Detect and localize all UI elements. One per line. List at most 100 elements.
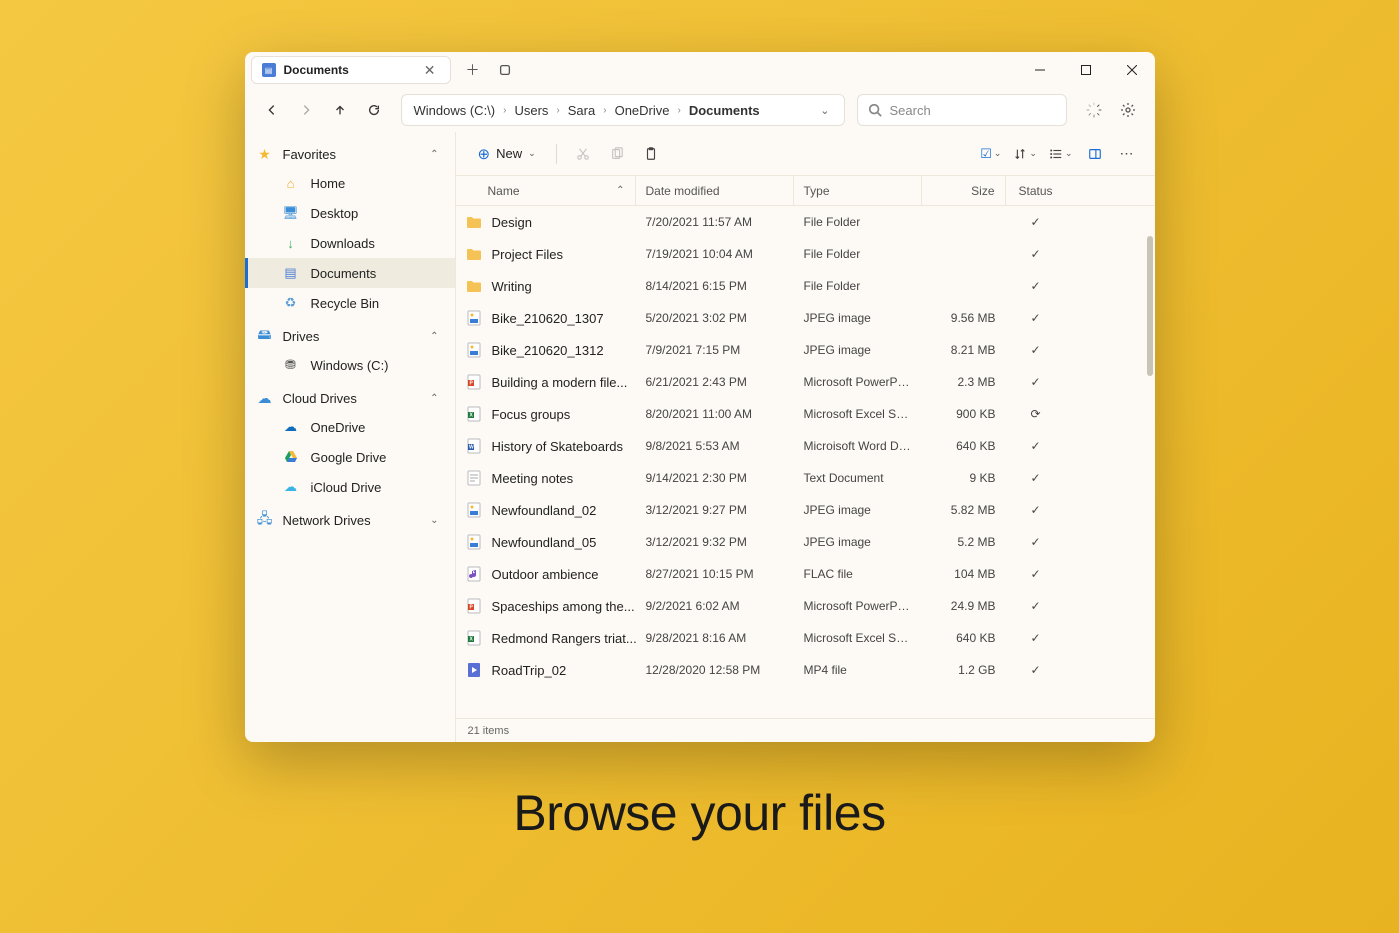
column-header-type[interactable]: Type [794, 176, 922, 205]
up-button[interactable] [325, 95, 355, 125]
file-status: ✓ [1006, 535, 1066, 549]
view-button[interactable]: ⌄ [1045, 145, 1077, 163]
chevron-up-icon[interactable]: ⌃ [430, 149, 438, 160]
jpeg-icon [466, 342, 482, 358]
file-row[interactable]: Outdoor ambience8/27/2021 10:15 PMFLAC f… [456, 558, 1155, 590]
chevron-down-icon: ⌄ [1029, 148, 1037, 159]
content-area: ⊕ New ⌄ ☑ ⌄ [455, 132, 1155, 742]
search-placeholder: Search [890, 103, 931, 118]
svg-text:W: W [469, 445, 474, 451]
file-row[interactable]: PBuilding a modern file...6/21/2021 2:43… [456, 366, 1155, 398]
sort-asc-icon: ⌃ [616, 185, 624, 196]
file-type: Text Document [794, 471, 922, 485]
preview-pane-button[interactable] [1081, 140, 1109, 168]
breadcrumb-dropdown[interactable]: ⌄ [816, 100, 833, 121]
sidebar-item-label: Google Drive [311, 450, 387, 465]
ppt-icon: P [466, 598, 482, 614]
file-date: 8/14/2021 6:15 PM [636, 279, 794, 293]
sort-icon [1013, 147, 1027, 161]
file-date: 7/19/2021 10:04 AM [636, 247, 794, 261]
caption: Browse your files [513, 784, 885, 842]
file-row[interactable]: Project Files7/19/2021 10:04 AMFile Fold… [456, 238, 1155, 270]
sidebar-item-desktop[interactable]: 🖥 Desktop [245, 198, 455, 228]
chevron-up-icon[interactable]: ⌃ [430, 393, 438, 404]
jpeg-icon [466, 502, 482, 518]
file-name: Redmond Rangers triat... [492, 631, 636, 646]
search-input[interactable]: Search [857, 94, 1067, 126]
sidebar-item-icloud[interactable]: ☁ iCloud Drive [245, 472, 455, 502]
file-status: ✓ [1006, 279, 1066, 293]
sidebar-item-documents[interactable]: ▤ Documents [245, 258, 455, 288]
chevron-up-icon[interactable]: ⌃ [430, 331, 438, 342]
file-row[interactable]: XFocus groups8/20/2021 11:00 AMMicrosoft… [456, 398, 1155, 430]
column-headers: Name ⌃ Date modified Type Size Status [456, 176, 1155, 206]
new-button[interactable]: ⊕ New ⌄ [470, 140, 544, 168]
scrollbar[interactable] [1147, 236, 1153, 376]
file-date: 3/12/2021 9:32 PM [636, 535, 794, 549]
close-window-button[interactable] [1109, 52, 1155, 88]
file-name: Building a modern file... [492, 375, 628, 390]
file-explorer-window: ▤ Documents ✕ ＋ Windows (C:\) › Users › … [245, 52, 1155, 742]
file-row[interactable]: RoadTrip_0212/28/2020 12:58 PMMP4 file1.… [456, 654, 1155, 686]
chevron-down-icon[interactable]: ⌄ [430, 515, 438, 526]
sidebar-item-home[interactable]: ⌂ Home [245, 168, 455, 198]
sidebar-section-network[interactable]: 🖧 Network Drives ⌄ [245, 506, 455, 534]
column-header-status[interactable]: Status [1006, 176, 1066, 205]
more-button[interactable]: ⋯ [1113, 140, 1141, 168]
sidebar-section-cloud[interactable]: ☁ Cloud Drives ⌃ [245, 384, 455, 412]
file-size: 640 KB [922, 439, 1006, 453]
jpeg-icon [466, 310, 482, 326]
file-size: 640 KB [922, 631, 1006, 645]
drive-icon: 🖴 [257, 328, 273, 344]
settings-button[interactable] [1113, 95, 1143, 125]
sidebar-item-recycle-bin[interactable]: ♻ Recycle Bin [245, 288, 455, 318]
chevron-right-icon: › [501, 105, 508, 116]
breadcrumb-item-current[interactable]: Documents [687, 101, 762, 120]
jpeg-icon [466, 534, 482, 550]
sidebar-item-google-drive[interactable]: Google Drive [245, 442, 455, 472]
breadcrumb-item[interactable]: OneDrive [613, 101, 672, 120]
sidebar-section-favorites[interactable]: ★ Favorites ⌃ [245, 140, 455, 168]
file-row[interactable]: Writing8/14/2021 6:15 PMFile Folder✓ [456, 270, 1155, 302]
refresh-button[interactable] [359, 95, 389, 125]
sort-button[interactable]: ⌄ [1009, 145, 1041, 163]
column-header-name[interactable]: Name ⌃ [456, 176, 636, 205]
breadcrumb[interactable]: Windows (C:\) › Users › Sara › OneDrive … [401, 94, 845, 126]
sidebar-item-windows-c[interactable]: ⛃ Windows (C:) [245, 350, 455, 380]
file-status: ✓ [1006, 215, 1066, 229]
sidebar-item-downloads[interactable]: ↓ Downloads [245, 228, 455, 258]
doc-icon: W [466, 438, 482, 454]
file-list[interactable]: Design7/20/2021 11:57 AMFile Folder✓Proj… [456, 206, 1155, 718]
file-row[interactable]: Newfoundland_053/12/2021 9:32 PMJPEG ima… [456, 526, 1155, 558]
new-tab-button[interactable]: ＋ [459, 56, 487, 84]
forward-button[interactable] [291, 95, 321, 125]
back-button[interactable] [257, 95, 287, 125]
file-row[interactable]: Meeting notes9/14/2021 2:30 PMText Docum… [456, 462, 1155, 494]
breadcrumb-item[interactable]: Windows (C:\) [412, 101, 498, 120]
file-row[interactable]: WHistory of Skateboards9/8/2021 5:53 AMM… [456, 430, 1155, 462]
select-mode-button[interactable]: ☑ ⌄ [976, 144, 1005, 164]
breadcrumb-item[interactable]: Users [512, 101, 550, 120]
file-row[interactable]: Design7/20/2021 11:57 AMFile Folder✓ [456, 206, 1155, 238]
folder-icon [466, 246, 482, 262]
file-row[interactable]: XRedmond Rangers triat...9/28/2021 8:16 … [456, 622, 1155, 654]
file-type: Microisoft Word Doc... [794, 439, 922, 453]
breadcrumb-item[interactable]: Sara [566, 101, 597, 120]
network-icon: 🖧 [257, 512, 273, 528]
column-header-size[interactable]: Size [922, 176, 1006, 205]
file-row[interactable]: Bike_210620_13075/20/2021 3:02 PMJPEG im… [456, 302, 1155, 334]
file-row[interactable]: PSpaceships among the...9/2/2021 6:02 AM… [456, 590, 1155, 622]
paste-button[interactable] [637, 140, 665, 168]
column-header-date[interactable]: Date modified [636, 176, 794, 205]
file-row[interactable]: Bike_210620_13127/9/2021 7:15 PMJPEG ima… [456, 334, 1155, 366]
close-tab-icon[interactable]: ✕ [420, 62, 440, 79]
sidebar-section-drives[interactable]: 🖴 Drives ⌃ [245, 322, 455, 350]
tab-documents[interactable]: ▤ Documents ✕ [251, 56, 451, 84]
sidebar-item-onedrive[interactable]: ☁ OneDrive [245, 412, 455, 442]
maximize-button[interactable] [1063, 52, 1109, 88]
file-row[interactable]: Newfoundland_023/12/2021 9:27 PMJPEG ima… [456, 494, 1155, 526]
minimize-button[interactable] [1017, 52, 1063, 88]
onedrive-icon: ☁ [283, 419, 299, 435]
tab-overview-button[interactable] [491, 56, 519, 84]
file-status: ✓ [1006, 567, 1066, 581]
